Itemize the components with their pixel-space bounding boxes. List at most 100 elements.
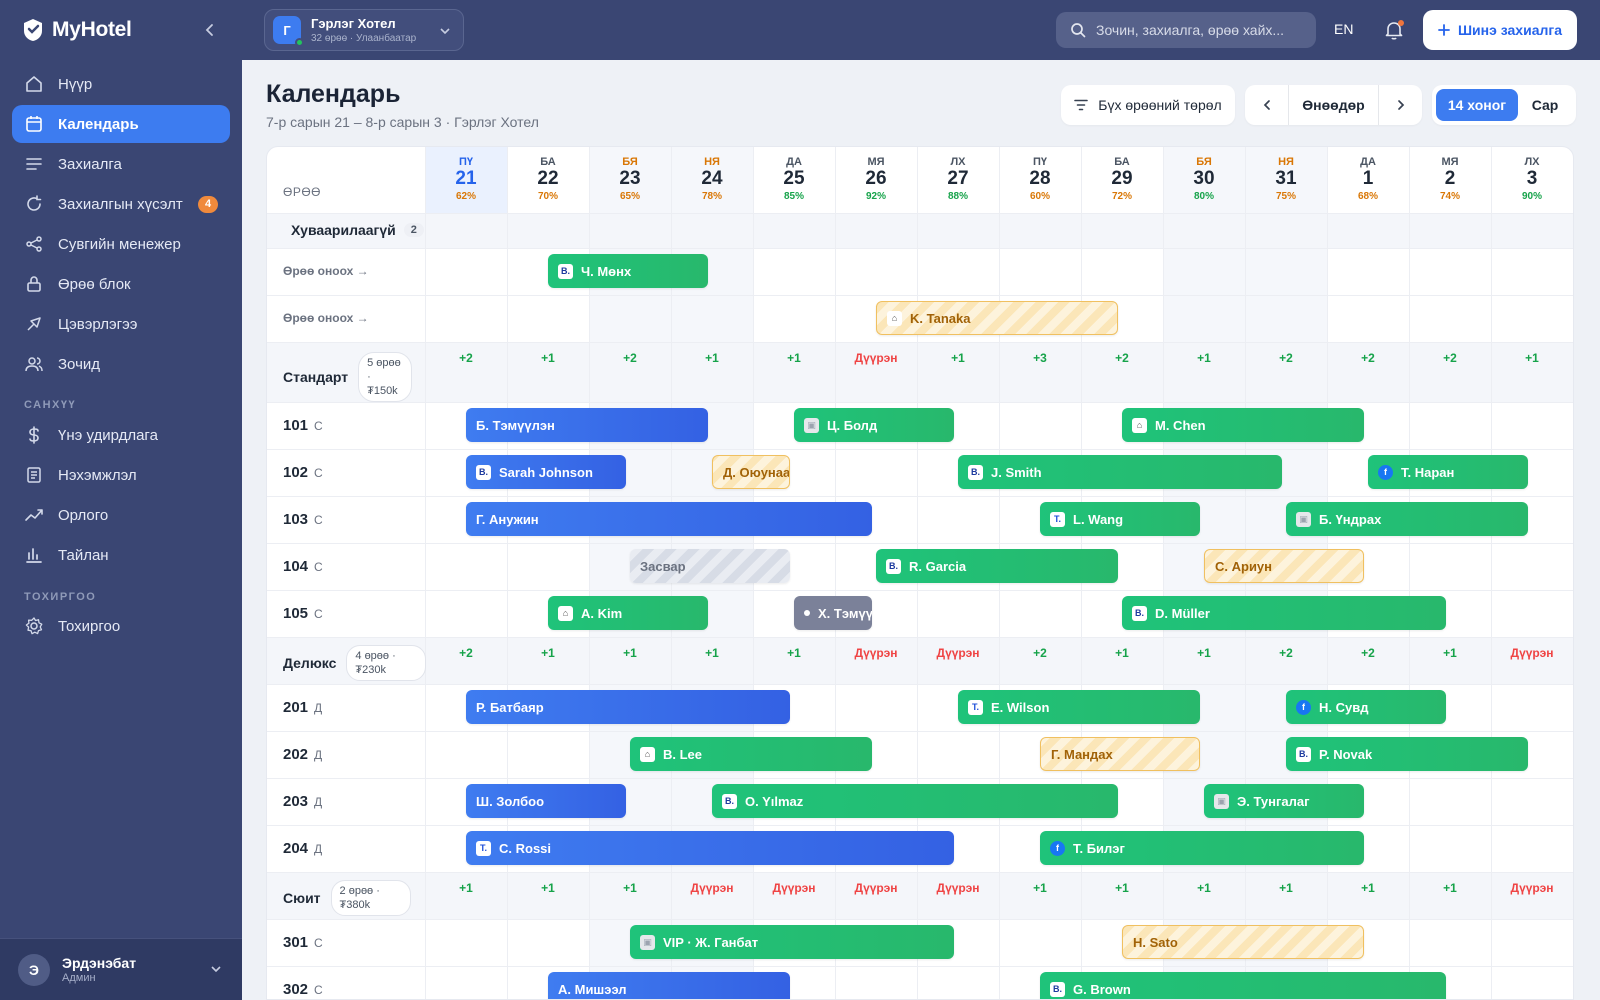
day-header[interactable]: БА 29 72%	[1081, 147, 1163, 213]
room-type-code: С	[314, 419, 323, 433]
booking-bar[interactable]: T. C. Rossi	[466, 831, 954, 865]
booking-bar[interactable]: T. L. Wang	[1040, 502, 1200, 536]
sidebar-item-housekeeping[interactable]: Цэвэрлэгээ	[12, 305, 230, 343]
room-type-code: С	[314, 466, 323, 480]
search-box[interactable]	[1056, 12, 1316, 48]
availability-count: +1	[1197, 646, 1211, 660]
sidebar-item-requests[interactable]: Захиалгын хүсэлт 4	[12, 185, 230, 223]
sidebar-item-blocks[interactable]: Өрөө блок	[12, 265, 230, 303]
booking-bar[interactable]: B. P. Novak	[1286, 737, 1528, 771]
guest-name: Х. Тэмүүж	[818, 605, 872, 621]
next-period-button[interactable]	[1379, 85, 1422, 125]
booking-bar[interactable]: ⌂ M. Chen	[1122, 408, 1364, 442]
room-type-info-pill: 5 өрөө · ₮150k	[358, 352, 413, 402]
view-14-days-button[interactable]: 14 хоног	[1436, 89, 1518, 121]
booking-bar[interactable]: B. G. Brown	[1040, 972, 1446, 999]
booking-bar[interactable]: Г. Анужин	[466, 502, 872, 536]
booking-bar[interactable]: B. D. Müller	[1122, 596, 1446, 630]
day-header[interactable]: НЯ 24 78%	[671, 147, 753, 213]
room-type-label: Сюит 2 өрөө · ₮380k	[283, 880, 411, 916]
sidebar-item-revenue[interactable]: Орлого	[12, 496, 230, 534]
sidebar-item-home[interactable]: Нүүр	[12, 65, 230, 103]
day-header[interactable]: НЯ 31 75%	[1245, 147, 1327, 213]
booking-bar[interactable]: ⌂ A. Kim	[548, 596, 708, 630]
day-number: 29	[1111, 168, 1133, 189]
booking-bar[interactable]: ▣ Э. Тунгалаг	[1204, 784, 1364, 818]
sidebar-item-reports[interactable]: Тайлан	[12, 536, 230, 574]
booking-bar[interactable]: B. R. Garcia	[876, 549, 1118, 583]
pending-booking-bar[interactable]: Г. Мандах	[1040, 737, 1200, 771]
room-number: 101	[283, 417, 309, 434]
booking-bar[interactable]: f Н. Сувд	[1286, 690, 1446, 724]
sidebar-item-guests[interactable]: Зочид	[12, 345, 230, 383]
booking-bar[interactable]: B. O. Yılmaz	[712, 784, 1118, 818]
booking-bar[interactable]: ▣ Б. Үндрах	[1286, 502, 1528, 536]
booking-bar[interactable]: ⌂ B. Lee	[630, 737, 872, 771]
maintenance-block[interactable]: Засвар	[630, 549, 790, 583]
sidebar-item-channels[interactable]: Сувгийн менежер	[12, 225, 230, 263]
booking-bar[interactable]: T. E. Wilson	[958, 690, 1200, 724]
hotel-name: Гэрлэг Хотел	[311, 16, 396, 31]
day-header[interactable]: МЯ 26 92%	[835, 147, 917, 213]
room-type-row	[267, 637, 1573, 684]
day-header[interactable]: ЛХ 3 90%	[1491, 147, 1573, 213]
user-card[interactable]: Э Эрдэнэбат Админ	[0, 938, 242, 1000]
occupancy-percent: 90%	[1521, 191, 1542, 202]
day-of-week: ЛХ	[950, 156, 966, 168]
pending-booking-bar[interactable]: С. Ариун	[1204, 549, 1364, 583]
search-input[interactable]	[1096, 22, 1306, 38]
assign-room-link[interactable]: Өрөө оноох →	[283, 264, 369, 278]
new-booking-button[interactable]: Шинэ захиалга	[1423, 10, 1577, 50]
booking-bar[interactable]: f Т. Наран	[1368, 455, 1528, 489]
sidebar-item-invoices[interactable]: Нэхэмжлэл	[12, 456, 230, 494]
pending-booking-bar[interactable]: ⌂ K. Tanaka	[876, 301, 1118, 335]
fb-source-icon: f	[1050, 840, 1065, 856]
prev-period-button[interactable]	[1245, 85, 1289, 125]
booking-bar[interactable]: Х. Тэмүүж	[794, 596, 872, 630]
day-header[interactable]: ДА 1 68%	[1327, 147, 1409, 213]
day-number: 28	[1029, 168, 1051, 189]
sidebar-item-bookings[interactable]: Захиалга	[12, 145, 230, 183]
guest-name: P. Novak	[1319, 746, 1373, 762]
booking-bar[interactable]: f Т. Билэг	[1040, 831, 1364, 865]
day-header[interactable]: БЯ 23 65%	[589, 147, 671, 213]
view-month-button[interactable]: Сар	[1518, 89, 1572, 121]
room-label: 302 С	[283, 981, 323, 998]
booking-bar[interactable]: А. Мишээл	[548, 972, 790, 999]
day-header[interactable]: ПҮ 28 60%	[999, 147, 1081, 213]
page-subtitle: 7-р сарын 21 – 8-р сарын 3 · Гэрлэг Хоте…	[266, 114, 539, 130]
day-header[interactable]: БЯ 30 80%	[1163, 147, 1245, 213]
hotel-switcher[interactable]: Г Гэрлэг Хотел 32 өрөө · Улаанбаатар	[264, 9, 464, 51]
booking-bar[interactable]: B. Ч. Мөнх	[548, 254, 708, 288]
booking-bar[interactable]: Ш. Золбоо	[466, 784, 626, 818]
assign-room-link[interactable]: Өрөө оноох →	[283, 311, 369, 325]
pending-booking-bar[interactable]: H. Sato	[1122, 925, 1364, 959]
booking-bar[interactable]: B. Sarah Johnson	[466, 455, 626, 489]
occupancy-percent: 75%	[1275, 191, 1296, 202]
sidebar-item-settings[interactable]: Тохиргоо	[12, 607, 230, 645]
home-icon	[26, 76, 42, 92]
brand[interactable]: MyHotel	[20, 16, 132, 44]
pending-booking-bar[interactable]: Д. Оюунаа	[712, 455, 790, 489]
day-header[interactable]: МЯ 2 74%	[1409, 147, 1491, 213]
web-source-icon: ▣	[1214, 793, 1229, 809]
day-header[interactable]: БА 22 70%	[507, 147, 589, 213]
sidebar-item-calendar[interactable]: Календарь	[12, 105, 230, 143]
sidebar-item-pricing[interactable]: Үнэ удирдлага	[12, 416, 230, 454]
room-type-filter[interactable]: Бүх өрөөний төрөл	[1061, 85, 1235, 125]
booking-bar[interactable]: ▣ Ц. Болд	[794, 408, 954, 442]
today-button[interactable]: Өнөөдөр	[1289, 85, 1379, 125]
day-header[interactable]: ПҮ 21 62%	[425, 147, 507, 213]
booking-bar[interactable]: B. J. Smith	[958, 455, 1282, 489]
collapse-sidebar-button[interactable]	[198, 18, 222, 42]
booking-bar[interactable]: Р. Батбаяр	[466, 690, 790, 724]
notifications-button[interactable]	[1382, 18, 1406, 42]
booking-bar[interactable]: ▣ VIP · Ж. Ганбат	[630, 925, 954, 959]
booking-bar[interactable]: Б. Тэмүүлэн	[466, 408, 708, 442]
language-toggle[interactable]: EN	[1334, 21, 1353, 37]
day-header[interactable]: ДА 25 85%	[753, 147, 835, 213]
refresh-icon	[27, 195, 42, 211]
availability-full: Дүүрэн	[854, 881, 898, 895]
day-header[interactable]: ЛХ 27 88%	[917, 147, 999, 213]
row-divider	[267, 731, 1573, 732]
